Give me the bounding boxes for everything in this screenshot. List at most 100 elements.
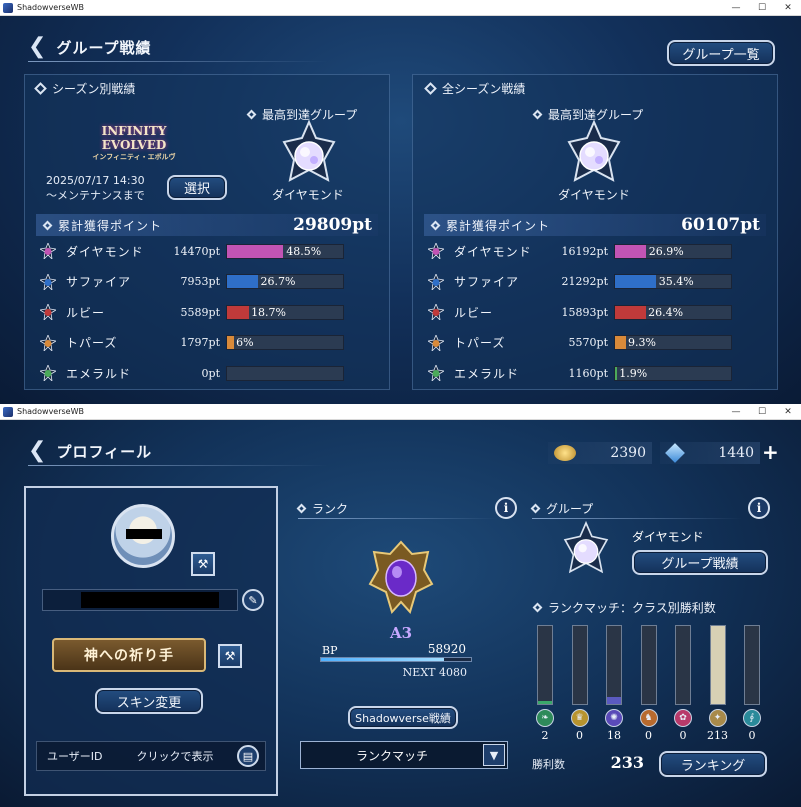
- group-list-button[interactable]: グループ一覧: [667, 40, 775, 66]
- select-season-button[interactable]: 選択: [167, 175, 227, 200]
- group-section-title: グループ: [530, 500, 593, 517]
- player-title-plate: 神への祈り手: [52, 638, 206, 672]
- next-bp: NEXT 4080: [402, 666, 467, 679]
- maximize-button[interactable]: ☐: [749, 0, 775, 16]
- class-win-bar: [606, 625, 622, 705]
- rank-divider: [298, 518, 498, 519]
- edit-name-pencil-icon[interactable]: ✎: [242, 589, 264, 611]
- wins-label: 勝利数: [532, 758, 565, 771]
- group-info-icon[interactable]: i: [748, 497, 770, 519]
- maximize-button[interactable]: ☐: [749, 404, 775, 420]
- forest-leaf-icon: ❧: [536, 709, 554, 727]
- class-win-count: 0: [679, 729, 687, 742]
- row-group-name: エメラルド: [454, 366, 520, 381]
- add-currency-button[interactable]: +: [762, 440, 779, 464]
- change-skin-button[interactable]: スキン変更: [95, 688, 203, 714]
- minimize-button[interactable]: —: [723, 0, 749, 16]
- rank-emblem-icon: [368, 540, 434, 614]
- points-row: サファイア 21292pt 35.4%: [426, 271, 732, 293]
- class-win-count: 0: [645, 729, 652, 742]
- class-win-count: 18: [607, 729, 621, 742]
- season-points-label-text: 累計獲得ポイント: [58, 218, 163, 233]
- back-button[interactable]: ❮ プロフィール: [28, 440, 152, 462]
- match-mode-select[interactable]: ランクマッチ ▼: [300, 741, 508, 769]
- ruby-gem-icon: [426, 303, 446, 322]
- close-button[interactable]: ✕: [775, 0, 801, 16]
- row-group-name: トパーズ: [66, 336, 118, 351]
- class-win-bar-fill: [676, 702, 690, 704]
- user-id-row[interactable]: ユーザーID クリックで表示 ▤: [36, 741, 266, 771]
- row-percent-label: 18.7%: [251, 305, 287, 319]
- bp-value: 58920: [427, 642, 466, 656]
- avatar: [111, 504, 175, 568]
- edit-avatar-wrench-icon[interactable]: ⚒: [191, 552, 215, 576]
- row-points: 5570pt: [568, 336, 608, 350]
- row-points: 5589pt: [180, 305, 220, 319]
- diamond-group-emblem-icon: [567, 120, 621, 182]
- close-button[interactable]: ✕: [775, 404, 801, 420]
- row-percent-label: 26.9%: [648, 244, 684, 258]
- row-group-name: ダイヤモンド: [66, 244, 144, 259]
- season-section-title: シーズン別戦績: [34, 80, 136, 97]
- row-points: 14470pt: [173, 244, 220, 258]
- diamond-gem-icon: [38, 241, 58, 261]
- class-win-bar: [571, 625, 588, 705]
- season-date: 2025/07/17 14:30: [46, 174, 145, 187]
- row-points: 7953pt: [180, 275, 220, 289]
- season-total-points: 29809pt: [293, 215, 372, 235]
- row-group-name: ダイヤモンド: [454, 244, 532, 259]
- profile-window: ShadowverseWB — ☐ ✕ ❮ プロフィール 2390 1440 +…: [0, 404, 801, 807]
- all-season-section-title: 全シーズン戦績: [424, 80, 525, 97]
- season-period: 2025/07/17 14:30 ～メンテナンスまで: [46, 173, 145, 203]
- points-row: エメラルド 0pt: [38, 362, 344, 384]
- topaz-gem-icon: [426, 333, 446, 352]
- class-win-bar: [640, 625, 657, 705]
- group-record-button[interactable]: グループ戦績: [632, 550, 768, 575]
- diamond-bullet-icon: [296, 503, 307, 514]
- copy-document-icon[interactable]: ▤: [237, 745, 259, 767]
- portal-icon: ∮: [743, 709, 761, 727]
- diamond-bullet-icon: [34, 82, 47, 95]
- diamond-bullet-icon: [246, 109, 257, 120]
- row-percent-label: 9.3%: [627, 336, 656, 350]
- chevron-down-icon[interactable]: ▼: [483, 744, 505, 766]
- group-list-button-label: グループ一覧: [682, 47, 760, 63]
- row-group-name: ルビー: [454, 305, 494, 320]
- minimize-button[interactable]: —: [723, 404, 749, 420]
- points-row: ルビー 5589pt 18.7%: [38, 301, 344, 323]
- total-wins: 233: [610, 753, 644, 772]
- edit-title-wrench-icon[interactable]: ⚒: [218, 644, 242, 668]
- match-mode-value: ランクマッチ: [355, 748, 428, 763]
- row-percent-track: 48.5%: [226, 243, 344, 259]
- shadowverse-record-button[interactable]: Shadowverse戦績: [348, 706, 458, 729]
- season-logo-sub: インフィニティ・エボルヴ: [92, 152, 176, 161]
- class-win-bar-fill: [641, 702, 656, 704]
- season-section-title-text: シーズン別戦績: [52, 82, 136, 96]
- ranking-button[interactable]: ランキング: [659, 751, 767, 777]
- header-divider: [28, 465, 328, 466]
- points-row: サファイア 7953pt 26.7%: [38, 271, 344, 293]
- row-percent-label: 26.4%: [648, 305, 684, 319]
- row-points: 21292pt: [561, 275, 608, 289]
- sapphire-gem-icon: [426, 272, 446, 291]
- back-button[interactable]: ❮ グループ戦績: [28, 36, 152, 58]
- row-points: 0pt: [201, 366, 220, 380]
- ruby-gem-icon: [38, 303, 58, 322]
- row-percent-fill: [227, 244, 284, 258]
- season-points-label: 累計獲得ポイント: [42, 217, 163, 234]
- rank-info-icon[interactable]: i: [495, 497, 517, 519]
- window-titlebar: ShadowverseWB — ☐ ✕: [0, 0, 801, 16]
- user-id-reveal[interactable]: クリックで表示: [137, 748, 214, 764]
- row-percent-label: 26.7%: [260, 275, 296, 289]
- points-row: ダイヤモンド 16192pt 26.9%: [426, 240, 732, 262]
- diamond-bullet-icon: [530, 503, 541, 514]
- row-percent-track: 26.4%: [614, 304, 732, 320]
- row-percent-track: 26.7%: [226, 274, 344, 290]
- points-row: ダイヤモンド 14470pt 48.5%: [38, 240, 344, 262]
- season-logo-main: INFINITY EVOLVED: [101, 124, 167, 152]
- class-win-bar-fill: [607, 697, 621, 704]
- all-season-points-bar: 累計獲得ポイント 60107pt: [424, 214, 766, 236]
- name-censor-bar: [81, 592, 219, 608]
- group-record-window: ShadowverseWB — ☐ ✕ ❮ グループ戦績 グループ一覧 シーズン…: [0, 0, 801, 404]
- group-name: ダイヤモンド: [632, 530, 704, 544]
